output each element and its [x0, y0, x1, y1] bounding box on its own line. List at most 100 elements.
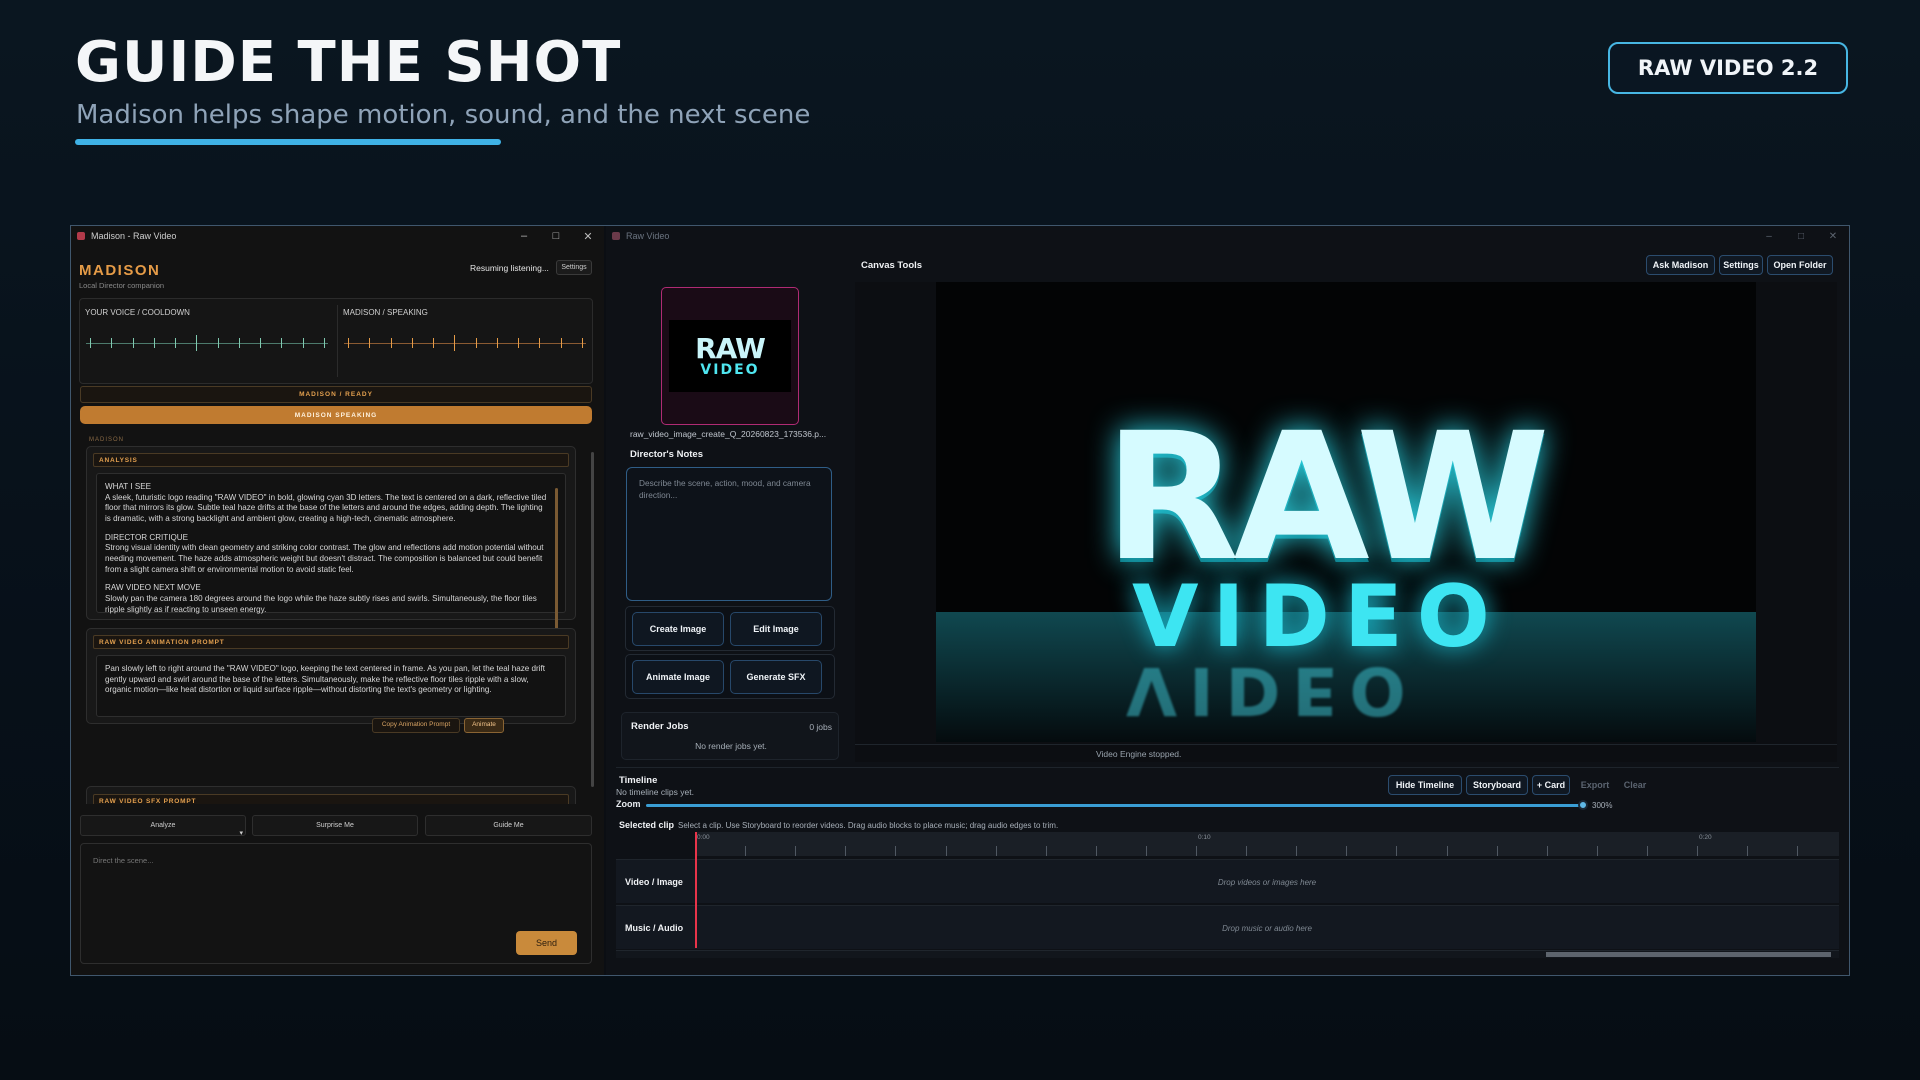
waveform-tick — [369, 338, 371, 348]
open-folder-button[interactable]: Open Folder — [1767, 255, 1833, 275]
animation-prompt-card: RAW VIDEO ANIMATION PROMPT Pan slowly le… — [86, 628, 576, 733]
ruler-label: 0:10 — [1198, 834, 1211, 841]
waveform-tick — [238, 338, 240, 348]
ruler-tick — [1646, 846, 1648, 856]
animate-button[interactable]: Animate — [464, 718, 504, 733]
app-icon — [77, 232, 85, 240]
audio-drop-zone[interactable]: Drop music or audio here — [695, 906, 1839, 950]
create-image-button[interactable]: Create Image — [632, 612, 724, 646]
image-filename: raw_video_image_create_Q_20260823_173536… — [630, 429, 827, 439]
zoom-value: 300% — [1592, 801, 1613, 810]
render-jobs-count: 0 jobs — [809, 722, 832, 732]
zoom-slider-track[interactable] — [646, 804, 1581, 807]
sfx-prompt-header: RAW VIDEO SFX PROMPT — [93, 794, 569, 804]
page-subtitle: Madison helps shape motion, sound, and t… — [76, 100, 811, 130]
thumb-raw-text: RAW — [695, 332, 766, 365]
analyze-label: Analyze — [150, 822, 176, 829]
analysis-what-i-see: WHAT I SEE A sleek, futuristic logo read… — [105, 482, 547, 524]
clear-button[interactable]: Clear — [1618, 775, 1652, 795]
ruler-tick — [1346, 846, 1348, 856]
waveform-tick — [390, 338, 392, 348]
ruler-tick — [845, 846, 847, 856]
close-icon[interactable]: ✕ — [572, 230, 604, 243]
image-tools-group: Create Image Edit Image — [625, 606, 835, 651]
image-thumbnail[interactable]: RAW VIDEO — [661, 287, 799, 425]
copy-animation-prompt-button[interactable]: Copy Animation Prompt — [372, 718, 460, 733]
minimize-icon[interactable]: – — [1753, 231, 1785, 242]
send-button[interactable]: Send — [516, 931, 577, 955]
ruler-tick — [1045, 846, 1047, 856]
ruler-tick — [945, 846, 947, 856]
ruler-tick — [1797, 846, 1799, 856]
close-icon[interactable]: ✕ — [1817, 231, 1849, 242]
zoom-slider-handle[interactable] — [1578, 800, 1588, 810]
app-icon — [612, 232, 620, 240]
madison-tagline: Local Director companion — [79, 281, 165, 290]
ruler-tick — [1145, 846, 1147, 856]
chevron-down-icon: ▾ — [239, 830, 243, 837]
ask-madison-button[interactable]: Ask Madison — [1646, 255, 1715, 275]
directors-notes-input[interactable]: Describe the scene, action, mood, and ca… — [626, 467, 832, 601]
thumb-video-text: VIDEO — [700, 362, 760, 378]
render-jobs-label: Render Jobs — [631, 721, 689, 732]
voice-waveform — [86, 335, 328, 351]
video-track-label: Video / Image — [625, 877, 683, 887]
settings-button[interactable]: Settings — [1719, 255, 1763, 275]
meter-divider — [337, 305, 338, 377]
edit-image-button[interactable]: Edit Image — [730, 612, 822, 646]
timeline-ruler[interactable]: 0:00 0:10 0:20 — [695, 832, 1839, 856]
canvas-tools-label: Canvas Tools — [861, 260, 923, 271]
animation-prompt-body: Pan slowly left to right around the "RAW… — [96, 655, 566, 733]
preview-video-text: VIDEO — [1132, 567, 1504, 667]
preview-reflection: VIDEO — [1126, 652, 1418, 729]
minimize-icon[interactable]: – — [508, 230, 540, 243]
video-drop-zone[interactable]: Drop videos or images here — [695, 860, 1839, 904]
waveform-tick — [475, 338, 477, 348]
animation-prompt-text: Pan slowly left to right around the "RAW… — [105, 664, 546, 695]
page-title: GUIDE THE SHOT — [75, 30, 622, 95]
settings-button[interactable]: Settings — [556, 260, 592, 275]
madison-scrollbar[interactable] — [591, 452, 594, 787]
playhead[interactable] — [695, 832, 697, 948]
ruler-label: 0:00 — [697, 834, 710, 841]
timeline-title: Timeline — [619, 775, 658, 786]
ruler-tick — [1095, 846, 1097, 856]
export-button[interactable]: Export — [1576, 775, 1614, 795]
window-title: Madison - Raw Video — [91, 231, 177, 241]
zoom-label: Zoom — [616, 799, 641, 809]
preview-image[interactable]: RAW VIDEO VIDEO — [936, 282, 1756, 742]
madison-meter-label: MADISON / SPEAKING — [343, 308, 428, 317]
selected-clip-hint: Select a clip. Use Storyboard to reorder… — [678, 821, 1059, 830]
waveform-tick — [518, 338, 520, 348]
generate-sfx-button[interactable]: Generate SFX — [730, 660, 822, 694]
add-card-button[interactable]: + Card — [1532, 775, 1570, 795]
analyze-button[interactable]: Analyze ▾ — [80, 815, 246, 837]
audio-meter-panel: YOUR VOICE / COOLDOWN MADISON / SPEAKING — [79, 298, 593, 384]
madison-output-scroll[interactable]: ANALYSIS WHAT I SEE A sleek, futuristic … — [80, 440, 592, 804]
hide-timeline-button[interactable]: Hide Timeline — [1388, 775, 1462, 795]
waveform-tick — [539, 338, 541, 348]
maximize-icon[interactable]: □ — [1785, 231, 1817, 242]
version-badge: RAW VIDEO 2.2 — [1608, 42, 1848, 94]
waveform-tick — [90, 338, 91, 348]
maximize-icon[interactable]: □ — [540, 230, 572, 243]
ruler-tick — [1296, 846, 1298, 856]
ruler-tick — [1496, 846, 1498, 856]
ruler-tick — [1396, 846, 1398, 856]
madison-waveform — [344, 335, 586, 351]
surprise-me-button[interactable]: Surprise Me — [252, 815, 418, 836]
waveform-tick — [217, 338, 219, 348]
timeline-scrollbar-thumb[interactable] — [1546, 952, 1831, 957]
ruler-tick — [895, 846, 897, 856]
waveform-tick — [281, 338, 283, 348]
ruler-tick — [1596, 846, 1598, 856]
guide-me-button[interactable]: Guide Me — [425, 815, 592, 836]
analysis-scrollbar[interactable] — [555, 488, 558, 636]
compose-placeholder: Direct the scene... — [93, 856, 154, 865]
canvas-divider — [855, 744, 1837, 745]
timeline-scrollbar[interactable] — [616, 950, 1839, 958]
ruler-tick — [745, 846, 747, 856]
storyboard-button[interactable]: Storyboard — [1466, 775, 1528, 795]
animate-image-button[interactable]: Animate Image — [632, 660, 724, 694]
timeline-panel: Timeline No timeline clips yet. Hide Tim… — [616, 767, 1839, 967]
